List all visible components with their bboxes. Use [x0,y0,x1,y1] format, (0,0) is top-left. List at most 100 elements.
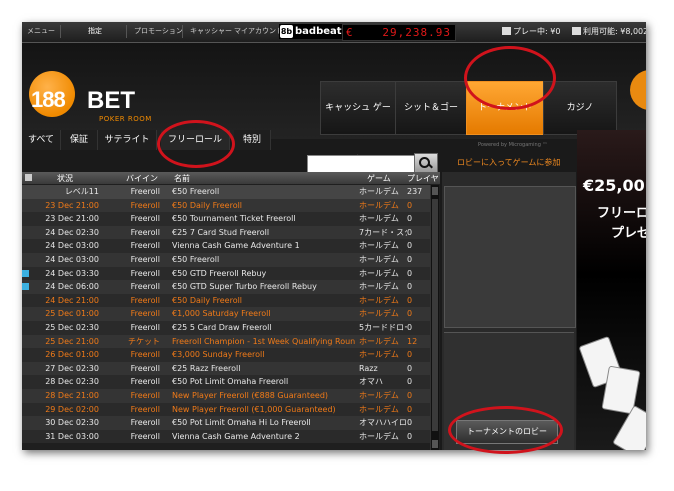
table-row[interactable]: 25 Dec 01:00 Freeroll €1,000 Saturday Free… [22,307,430,321]
cell-players: 0 [407,350,413,360]
enter-lobby-link[interactable]: ロビーに入ってゲームに参加 [457,157,560,168]
cell-players: 0 [407,254,413,264]
cell-date: 24 Dec 21:00 [45,295,99,305]
cell-date: レベル11 [64,187,99,196]
logo-text: BET [87,87,135,114]
cell-buyin: Freeroll [130,350,160,360]
cell-game: ホールデム [359,404,399,414]
logo-subtitle: POKER ROOM [99,115,152,123]
balance-available: 利用可能: ¥8,002 [572,26,646,37]
menu-item-menu[interactable]: メニュー [27,26,55,36]
table-row[interactable]: レベル11 Freeroll €50 Freeroll ホールデム 237 [22,185,430,199]
cell-players: 0 [407,309,413,319]
cell-players: 0 [407,268,413,278]
cell-name: Vienna Cash Game Adventure 1 [172,241,300,251]
table-row[interactable]: 30 Dec 02:30 Freeroll €50 Pot Limit Omaha … [22,416,430,430]
table-row[interactable]: 25 Dec 02:30 Freeroll €25 5 Card Draw Free… [22,320,430,335]
menu-divider [182,25,183,38]
table-row[interactable]: 23 Dec 21:00 Freeroll €50 Daily Freeroll ホー… [22,198,430,213]
menu-item-cashier[interactable]: キャッシャー [190,26,232,36]
table-row[interactable]: 24 Dec 21:00 Freeroll €50 Daily Freeroll ホー… [22,293,430,308]
cell-game: ホールデム [359,187,399,196]
annotation-circle-freeroll [157,120,235,168]
cell-game: ホールデム [359,309,399,319]
cell-date: 31 Dec 03:00 [45,431,99,441]
table-row[interactable]: 23 Dec 21:00 Freeroll €50 Tournament Ticke… [22,212,430,226]
cell-game: ホールデム [359,200,399,210]
table-row[interactable]: 26 Dec 01:00 Freeroll €3,000 Sunday Freero… [22,348,430,362]
table-row[interactable]: 29 Dec 02:00 Freeroll New Player Freeroll … [22,402,430,417]
cell-name: €50 Tournament Ticket Freeroll [172,214,296,224]
cell-name: Freeroll Champion - 1st Week Qualifying … [172,336,355,346]
cell-date: 24 Dec 03:00 [45,241,99,251]
tab-satellite[interactable]: サテライト [98,130,157,150]
balance-playing-label: プレー中: ¥0 [513,27,561,36]
rebuy-icon [22,269,29,277]
column-buyin[interactable]: バイイン [126,173,158,184]
table-header: 状況 バイイン 名前 ゲーム プレイヤ [22,172,440,184]
nav-casino[interactable]: カジノ [543,81,617,135]
table-row[interactable]: 28 Dec 02:30 Freeroll €50 Pot Limit Omaha … [22,375,430,389]
nav-cash-game[interactable]: キャッシュ ゲーム [320,81,396,165]
cell-buyin: チケット [128,336,160,346]
tab-guaranteed[interactable]: 保証 [61,130,98,150]
tab-all[interactable]: すべて [22,130,61,150]
cell-name: €50 GTD Freeroll Rebuy [172,268,267,278]
cell-name: New Player Freeroll (€888 Guaranteed) [172,390,329,400]
badbeat-label: badbeat [295,26,342,37]
promo-amount: €25,00 [583,176,645,195]
table-scrollbar[interactable] [430,185,439,450]
cell-players: 12 [407,336,418,346]
table-row[interactable]: 24 Dec 03:00 Freeroll €50 Freeroll ホールデム 0 [22,252,430,267]
jackpot-currency: € [346,26,353,39]
powered-by-text: Powered by Microgaming ™ [478,142,548,148]
cell-date: 25 Dec 01:00 [45,309,99,319]
nav-sit-and-go[interactable]: シット＆ゴー [395,81,467,135]
menu-item-promotions[interactable]: プロモーション [134,26,183,36]
cell-buyin: Freeroll [130,227,160,237]
cell-game: ホールデム [359,282,399,292]
table-row[interactable]: 27 Dec 02:30 Freeroll €25 Razz Freeroll Raz… [22,361,430,376]
search-input[interactable] [307,155,417,173]
cell-name: Vienna Cash Game Adventure 2 [172,431,300,441]
top-menu-bar: メニュー 指定 プロモーション キャッシャー マイアカウント 8b badbeat… [22,22,646,43]
rebuy-icon [22,283,29,291]
table-row[interactable]: 31 Dec 03:00 Freeroll Vienna Cash Game Adv… [22,429,430,444]
table-row[interactable]: 24 Dec 03:30 Freeroll €50 GTD Freeroll Reb… [22,266,430,281]
scroll-down-arrow[interactable] [432,440,438,448]
column-status[interactable]: 状況 [57,173,73,184]
cell-game: ホールデム [359,431,399,441]
cell-players: 0 [407,363,413,373]
menu-divider [60,25,61,38]
cell-name: €25 5 Card Draw Freeroll [172,322,272,332]
table-row[interactable]: 24 Dec 02:30 Freeroll €25 7 Card Stud Free… [22,225,430,240]
table-row[interactable]: 28 Dec 21:00 Freeroll New Player Freeroll … [22,388,430,403]
cell-name: €50 Pot Limit Omaha Freeroll [172,377,289,387]
table-row[interactable]: 24 Dec 06:00 Freeroll €50 GTD Super Turbo … [22,280,430,294]
tab-special[interactable]: 特別 [234,130,271,150]
table-row[interactable]: 25 Dec 21:00 チケット Freeroll Champion - 1st … [22,334,430,349]
cell-name: €25 7 Card Stud Freeroll [172,227,270,237]
header-toggle-icon[interactable] [25,174,32,181]
column-players[interactable]: プレイヤ [407,173,439,184]
cell-name: €50 GTD Super Turbo Freeroll Rebuy [172,282,317,292]
cell-players: 0 [407,404,413,414]
column-game[interactable]: ゲーム [367,173,391,184]
cell-name: New Player Freeroll (€1,000 Guaranteed) [172,404,336,414]
cell-name: €3,000 Sunday Freeroll [172,350,265,360]
cell-players: 0 [407,214,413,224]
menu-item-specified[interactable]: 指定 [88,26,102,36]
cell-players: 0 [407,431,413,441]
cell-buyin: Freeroll [130,418,160,428]
menu-item-my-account[interactable]: マイアカウント [234,26,283,36]
cell-name: €25 Razz Freeroll [172,363,241,373]
cell-buyin: Freeroll [130,268,160,278]
table-row[interactable]: 24 Dec 03:00 Freeroll Vienna Cash Game Adv… [22,239,430,253]
cell-name: €1,000 Saturday Freeroll [172,309,271,319]
annotation-circle-tournament [464,46,556,110]
column-name[interactable]: 名前 [174,173,190,184]
search-icon[interactable] [414,153,438,173]
scrollbar-thumb[interactable] [432,199,438,431]
scroll-up-arrow[interactable] [432,187,438,195]
promo-banner[interactable]: €25,00 フリーロ プレゼ [577,130,646,450]
